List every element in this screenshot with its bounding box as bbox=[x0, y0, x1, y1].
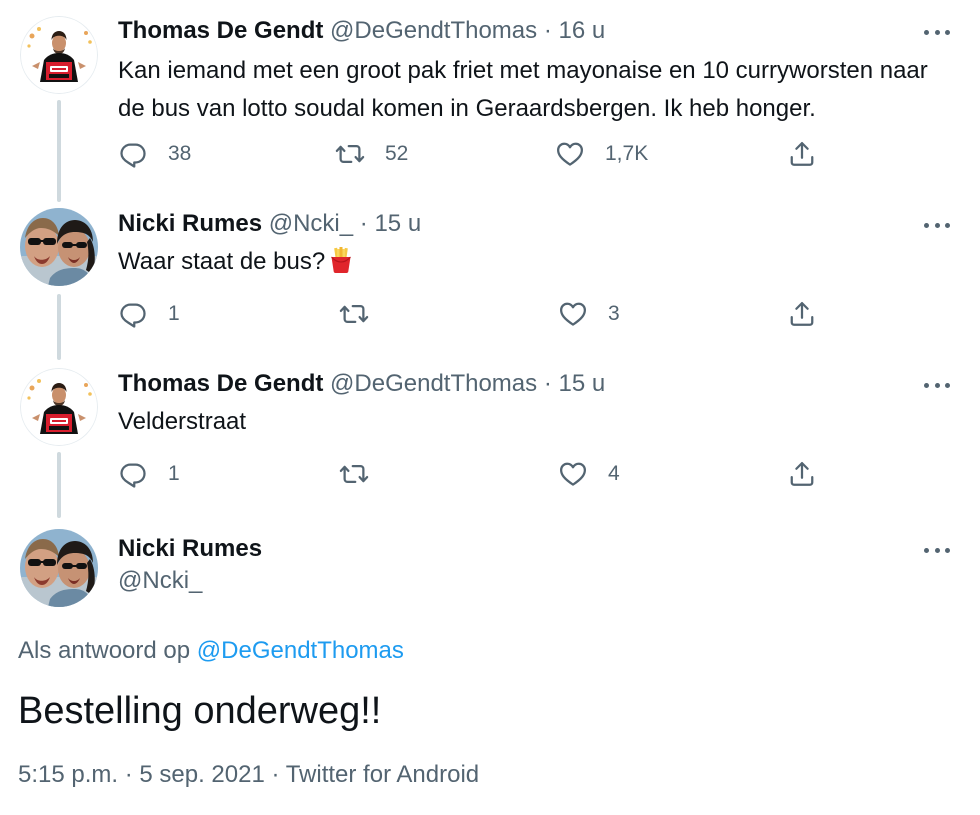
separator-dot: · bbox=[359, 210, 368, 237]
reply-context: Als antwoord op @DeGendtThomas bbox=[18, 636, 404, 666]
retweet-icon bbox=[335, 139, 365, 169]
tweet-text-line: Kan iemand met een groot pak friet met m… bbox=[118, 57, 928, 84]
separator-dot: · bbox=[543, 370, 552, 397]
tweet-text-line: Waar staat de bus? bbox=[118, 248, 326, 275]
more-icon[interactable] bbox=[924, 546, 950, 554]
separator-dot: · bbox=[543, 17, 552, 44]
thread-line bbox=[57, 294, 61, 360]
reply-button[interactable]: 1 bbox=[118, 297, 180, 331]
reply-count: 38 bbox=[168, 142, 192, 165]
tweet-text: Waar staat de bus? bbox=[118, 243, 938, 281]
tweet-text: Kan iemand met een groot pak friet met m… bbox=[118, 52, 938, 128]
more-icon[interactable] bbox=[924, 381, 950, 389]
more-icon[interactable] bbox=[924, 28, 950, 36]
tweet-actions: 1 4 bbox=[118, 457, 838, 491]
main-tweet-text: Bestelling onderweg!! bbox=[18, 690, 382, 732]
tweet-timestamp[interactable]: 5:15 p.m. · 5 sep. 2021 · Twitter for An… bbox=[18, 760, 479, 790]
tweet-actions: 38 52 1,7K bbox=[118, 137, 838, 171]
share-button[interactable] bbox=[787, 297, 817, 331]
reply-count: 1 bbox=[168, 302, 180, 325]
fries-emoji-icon bbox=[329, 247, 353, 273]
retweet-count: 52 bbox=[385, 142, 409, 165]
like-count: 4 bbox=[608, 462, 620, 485]
tweet-text-line: de bus van lotto soudal komen in Geraard… bbox=[118, 95, 816, 122]
author-name[interactable]: Thomas De Gendt bbox=[118, 370, 323, 397]
retweet-icon bbox=[339, 459, 369, 489]
like-button[interactable]: 4 bbox=[558, 457, 620, 491]
tweet-header: Thomas De Gendt @DeGendtThomas · 15 u bbox=[118, 369, 605, 399]
main-author-name: Nicki Rumes bbox=[118, 534, 262, 564]
main-author-handle: @Ncki_ bbox=[118, 566, 202, 596]
avatar[interactable] bbox=[20, 529, 98, 607]
share-icon bbox=[787, 299, 817, 329]
heart-icon bbox=[558, 299, 588, 329]
author-handle[interactable]: @Ncki_ bbox=[269, 210, 353, 237]
reply-icon bbox=[118, 139, 148, 169]
reply-prefix: Als antwoord op bbox=[18, 637, 191, 664]
tweet-header: Nicki Rumes @Ncki_ · 15 u bbox=[118, 209, 421, 239]
thread-line bbox=[57, 452, 61, 518]
tweet-time[interactable]: 15 u bbox=[374, 210, 421, 237]
share-button[interactable] bbox=[787, 137, 817, 171]
like-count: 1,7K bbox=[605, 142, 649, 165]
more-icon[interactable] bbox=[924, 221, 950, 229]
heart-icon bbox=[555, 139, 585, 169]
reply-button[interactable]: 38 bbox=[118, 137, 191, 171]
author-name[interactable]: Nicki Rumes bbox=[118, 535, 262, 562]
reply-icon bbox=[118, 299, 148, 329]
reply-count: 1 bbox=[168, 462, 180, 485]
tweet-text-line: Velderstraat bbox=[118, 408, 247, 435]
thread-line bbox=[57, 100, 61, 202]
author-handle[interactable]: @DeGendtThomas bbox=[330, 17, 537, 44]
avatar[interactable] bbox=[20, 208, 98, 286]
retweet-button[interactable] bbox=[339, 297, 369, 331]
author-handle[interactable]: @DeGendtThomas bbox=[330, 370, 537, 397]
like-button[interactable]: 3 bbox=[558, 297, 620, 331]
heart-icon bbox=[558, 459, 588, 489]
author-handle[interactable]: @Ncki_ bbox=[118, 567, 202, 594]
reply-button[interactable]: 1 bbox=[118, 457, 180, 491]
avatar[interactable] bbox=[20, 368, 98, 446]
author-name[interactable]: Nicki Rumes bbox=[118, 210, 262, 237]
tweet-text: Velderstraat bbox=[118, 403, 938, 441]
share-icon bbox=[787, 139, 817, 169]
retweet-icon bbox=[339, 299, 369, 329]
retweet-button[interactable] bbox=[339, 457, 369, 491]
like-count: 3 bbox=[608, 302, 620, 325]
tweet-header: Thomas De Gendt @DeGendtThomas · 16 u bbox=[118, 16, 605, 46]
reply-to-link[interactable]: @DeGendtThomas bbox=[197, 637, 404, 664]
retweet-button[interactable]: 52 bbox=[335, 137, 408, 171]
author-name[interactable]: Thomas De Gendt bbox=[118, 17, 323, 44]
share-icon bbox=[787, 459, 817, 489]
like-button[interactable]: 1,7K bbox=[555, 137, 648, 171]
tweet-time[interactable]: 15 u bbox=[559, 370, 606, 397]
tweet-time[interactable]: 16 u bbox=[559, 17, 606, 44]
avatar[interactable] bbox=[20, 16, 98, 94]
reply-icon bbox=[118, 459, 148, 489]
tweet-actions: 1 3 bbox=[118, 297, 838, 331]
share-button[interactable] bbox=[787, 457, 817, 491]
